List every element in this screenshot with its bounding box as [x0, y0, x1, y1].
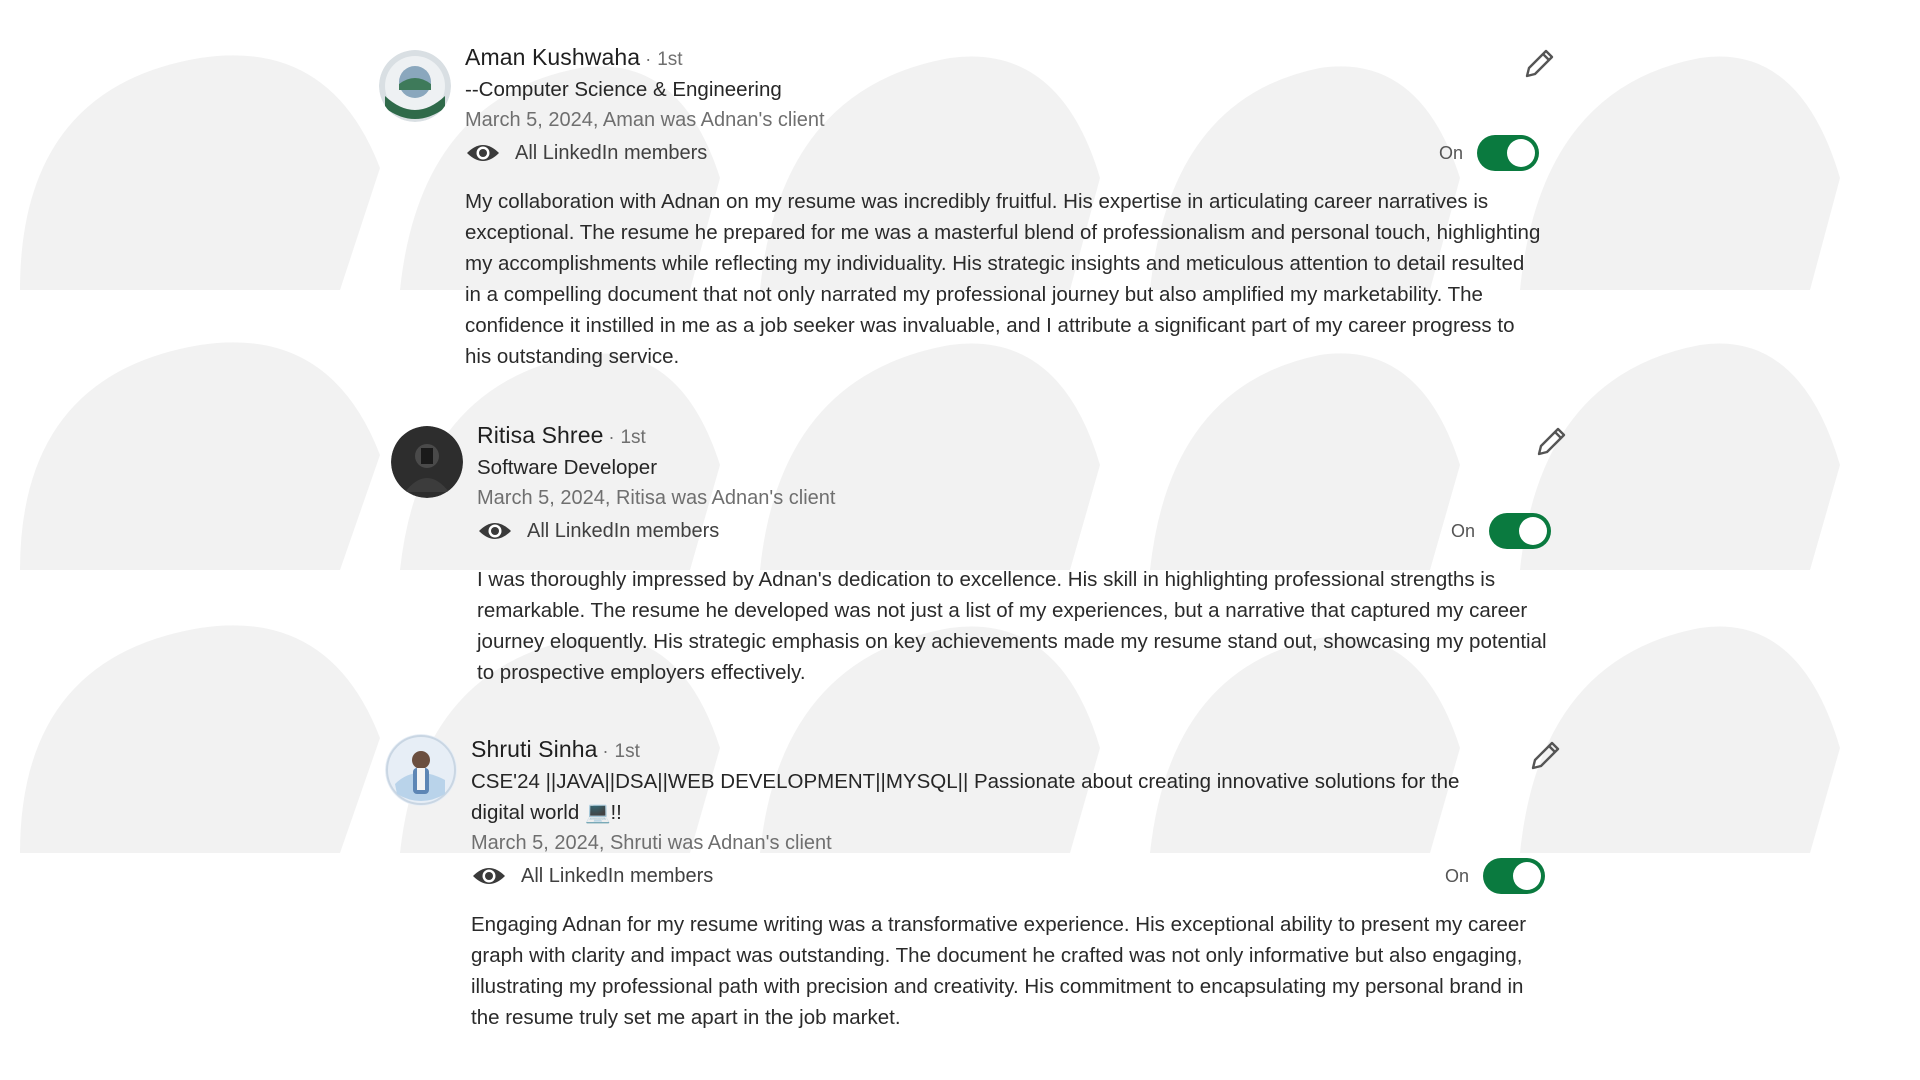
recommendation-text: I was thoroughly impressed by Adnan's de…: [477, 568, 1547, 684]
recommendation-date-relation: March 5, 2024, Aman was Adnan's client: [465, 109, 825, 131]
avatar[interactable]: [385, 734, 457, 806]
visibility-toggle[interactable]: [1489, 513, 1551, 549]
connection-degree: 1st: [620, 427, 646, 448]
pencil-icon[interactable]: [1521, 46, 1557, 82]
recommendation-body: Aman Kushwaha · 1st --Computer Science &…: [465, 36, 1540, 372]
recommendation-body: Ritisa Shree · 1st Software Developer Ma…: [477, 414, 1551, 688]
recommender-headline: --Computer Science & Engineering: [465, 78, 782, 101]
eye-icon: [473, 868, 505, 884]
avatar[interactable]: [379, 50, 451, 122]
recommender-headline: Software Developer: [477, 456, 658, 479]
connection-degree: 1st: [614, 741, 640, 762]
toggle-wrap: On: [1450, 513, 1551, 549]
visibility-label: All LinkedIn members: [515, 141, 708, 164]
separator-dot: ·: [645, 49, 652, 69]
recommendation-date-relation: March 5, 2024, Ritisa was Adnan's client: [477, 487, 836, 509]
toggle-knob: [1519, 517, 1547, 545]
name-row: Shruti Sinha · 1st: [471, 728, 1541, 766]
toggle-state-label: On: [1444, 865, 1469, 886]
visibility-toggle[interactable]: [1483, 858, 1545, 894]
visibility-label: All LinkedIn members: [527, 519, 720, 542]
visibility-row: All LinkedIn members On: [465, 135, 1539, 171]
eye-icon: [479, 523, 511, 539]
recommendation-text: My collaboration with Adnan on my resume…: [465, 190, 1541, 368]
toggle-knob: [1507, 139, 1535, 167]
recommender-name[interactable]: Shruti Sinha: [471, 736, 598, 763]
recommender-headline: CSE'24 ||JAVA||DSA||WEB DEVELOPMENT||MYS…: [471, 770, 1460, 824]
pencil-icon[interactable]: [1533, 424, 1569, 460]
visibility-toggle[interactable]: [1477, 135, 1539, 171]
toggle-knob: [1513, 862, 1541, 890]
recommendation-date-relation: March 5, 2024, Shruti was Adnan's client: [471, 832, 832, 854]
toggle-wrap: On: [1444, 858, 1545, 894]
toggle-state-label: On: [1438, 142, 1463, 163]
avatar[interactable]: [391, 426, 463, 498]
separator-dot: ·: [602, 741, 609, 761]
recommendation-text: Engaging Adnan for my resume writing was…: [471, 913, 1527, 1029]
eye-icon: [467, 145, 499, 161]
visibility-row: All LinkedIn members On: [477, 513, 1551, 549]
visibility-label: All LinkedIn members: [521, 864, 714, 887]
pencil-icon[interactable]: [1527, 738, 1563, 774]
connection-degree: 1st: [657, 49, 683, 70]
toggle-state-label: On: [1450, 520, 1475, 541]
recommendations-screen: Aman Kushwaha · 1st --Computer Science &…: [0, 0, 1920, 1080]
name-row: Ritisa Shree · 1st: [477, 414, 1547, 452]
name-row: Aman Kushwaha · 1st: [465, 36, 1535, 74]
recommendation-body: Shruti Sinha · 1st CSE'24 ||JAVA||DSA||W…: [471, 728, 1545, 1033]
separator-dot: ·: [608, 427, 615, 447]
recommender-name[interactable]: Aman Kushwaha: [465, 44, 640, 71]
visibility-row: All LinkedIn members On: [471, 858, 1545, 894]
recommender-name[interactable]: Ritisa Shree: [477, 422, 603, 449]
toggle-wrap: On: [1438, 135, 1539, 171]
